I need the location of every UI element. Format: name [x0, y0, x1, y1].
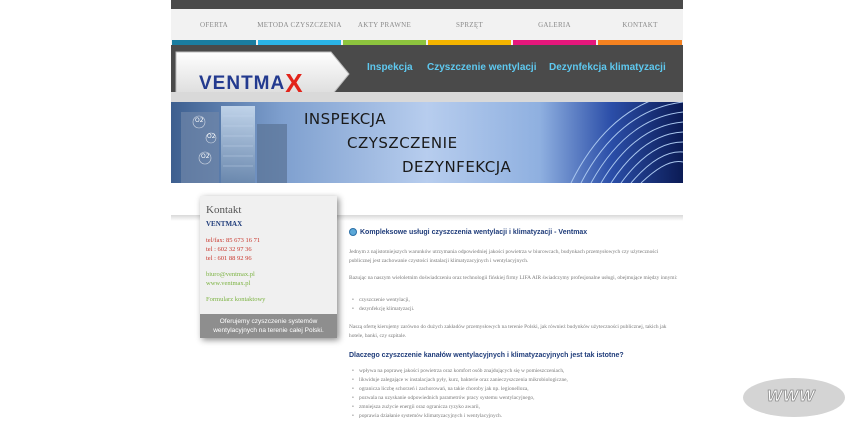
banner-link-dezynfekcja[interactable]: Dezynfekcja klimatyzacji	[549, 62, 666, 73]
paragraph-intro: Jednym z najistotniejszych warunków utrz…	[349, 249, 659, 264]
top-bar	[171, 0, 683, 9]
contact-form-link[interactable]: Formularz kontaktowy	[206, 296, 265, 303]
contact-sidebar: Kontakt VENTMAX tel/fax: 85 673 16 71 te…	[200, 196, 337, 338]
header-banner: VENTMAX Inspekcja Czyszczenie wentylacji…	[171, 45, 683, 98]
nav-item-oferta[interactable]: OFERTA	[171, 9, 257, 45]
site-container: OFERTA METODA CZYSZCZENIA AKTY PRAWNE SP…	[171, 0, 683, 427]
o2-label: O2	[207, 133, 216, 140]
hero-image: O2 O2 O2 INSPEKCJA CZYSZCZENIE DEZYNFEKC…	[171, 102, 683, 183]
nav-item-kontakt[interactable]: KONTAKT	[597, 9, 683, 45]
nav-label: KONTAKT	[622, 21, 658, 29]
sidebar-title: Kontakt	[206, 204, 242, 216]
logo-main-text: VENTMA	[199, 73, 286, 94]
list-item: dezynfekcję klimatyzacji.	[352, 306, 414, 312]
main-nav: OFERTA METODA CZYSZCZENIA AKTY PRAWNE SP…	[171, 9, 683, 45]
phone-fax: tel/fax: 85 673 16 71	[206, 237, 261, 244]
email-link[interactable]: biuro@ventmax.pl	[206, 271, 255, 278]
sidebar-footer-note: Oferujemy czyszczenie systemów wentylacy…	[200, 314, 337, 338]
nav-label: SPRZĘT	[455, 21, 484, 29]
hero-line-dezynfekcja: DEZYNFEKCJA	[402, 158, 512, 176]
content-heading-text: Kompleksowe usługi czyszczenia wentylacj…	[360, 228, 588, 236]
o2-label: O2	[195, 117, 204, 124]
sidebar-company: VENTMAX	[206, 220, 243, 228]
gray-strip	[171, 92, 683, 102]
list-item: czyszczenie wentylacji,	[352, 297, 410, 303]
bullet-circle-icon	[349, 228, 357, 236]
list-item: likwiduje zalegające w instalacjach pyły…	[352, 377, 568, 383]
hero-line-inspekcja: INSPEKCJA	[304, 110, 387, 128]
o2-label: O2	[201, 153, 210, 160]
list-item: wpływa na poprawę jakości powietrza oraz…	[352, 368, 564, 374]
nav-label: METODA CZYSZCZENIA	[257, 21, 342, 29]
hero-line-czyszczenie: CZYSZCZENIE	[347, 134, 458, 152]
paragraph-clients: Naszą ofertę kierujemy zarówno do dużych…	[349, 324, 667, 339]
list-item: pozwala na uzyskanie odpowiednich parame…	[352, 395, 534, 401]
nav-label: OFERTA	[199, 21, 229, 29]
list-item: poprawia działanie systemów klimatyzacyj…	[352, 413, 502, 419]
website-link[interactable]: www.ventmax.pl	[206, 280, 250, 287]
list-item: zmniejsza zużycie energii oraz ogranicza…	[352, 404, 480, 410]
nav-label: AKTY PRAWNE	[357, 21, 412, 29]
nav-item-sprzet[interactable]: SPRZĘT	[427, 9, 512, 45]
logo[interactable]: VENTMAX	[175, 50, 350, 98]
content-question: Dlaczego czyszczenie kanałów wentylacyjn…	[349, 352, 624, 359]
banner-link-czyszczenie[interactable]: Czyszczenie wentylacji	[427, 62, 537, 73]
www-badge-label: WWW	[767, 388, 816, 406]
paragraph-services: Bazując na naszym wieloletnim doświadcze…	[349, 275, 678, 281]
phone-2: tel : 601 88 92 96	[206, 255, 252, 262]
nav-item-akty[interactable]: AKTY PRAWNE	[342, 9, 427, 45]
content-heading: Kompleksowe usługi czyszczenia wentylacj…	[349, 228, 679, 236]
nav-item-metoda[interactable]: METODA CZYSZCZENIA	[257, 9, 342, 45]
phone-1: tel : 602 32 97 36	[206, 246, 252, 253]
www-badge[interactable]: WWW	[743, 378, 845, 417]
nav-label: GALERIA	[538, 21, 571, 29]
nav-item-galeria[interactable]: GALERIA	[512, 9, 597, 45]
banner-link-inspekcja[interactable]: Inspekcja	[367, 62, 413, 73]
list-item: ogranicza liczbę schorzeń i zachorowań, …	[352, 386, 529, 392]
